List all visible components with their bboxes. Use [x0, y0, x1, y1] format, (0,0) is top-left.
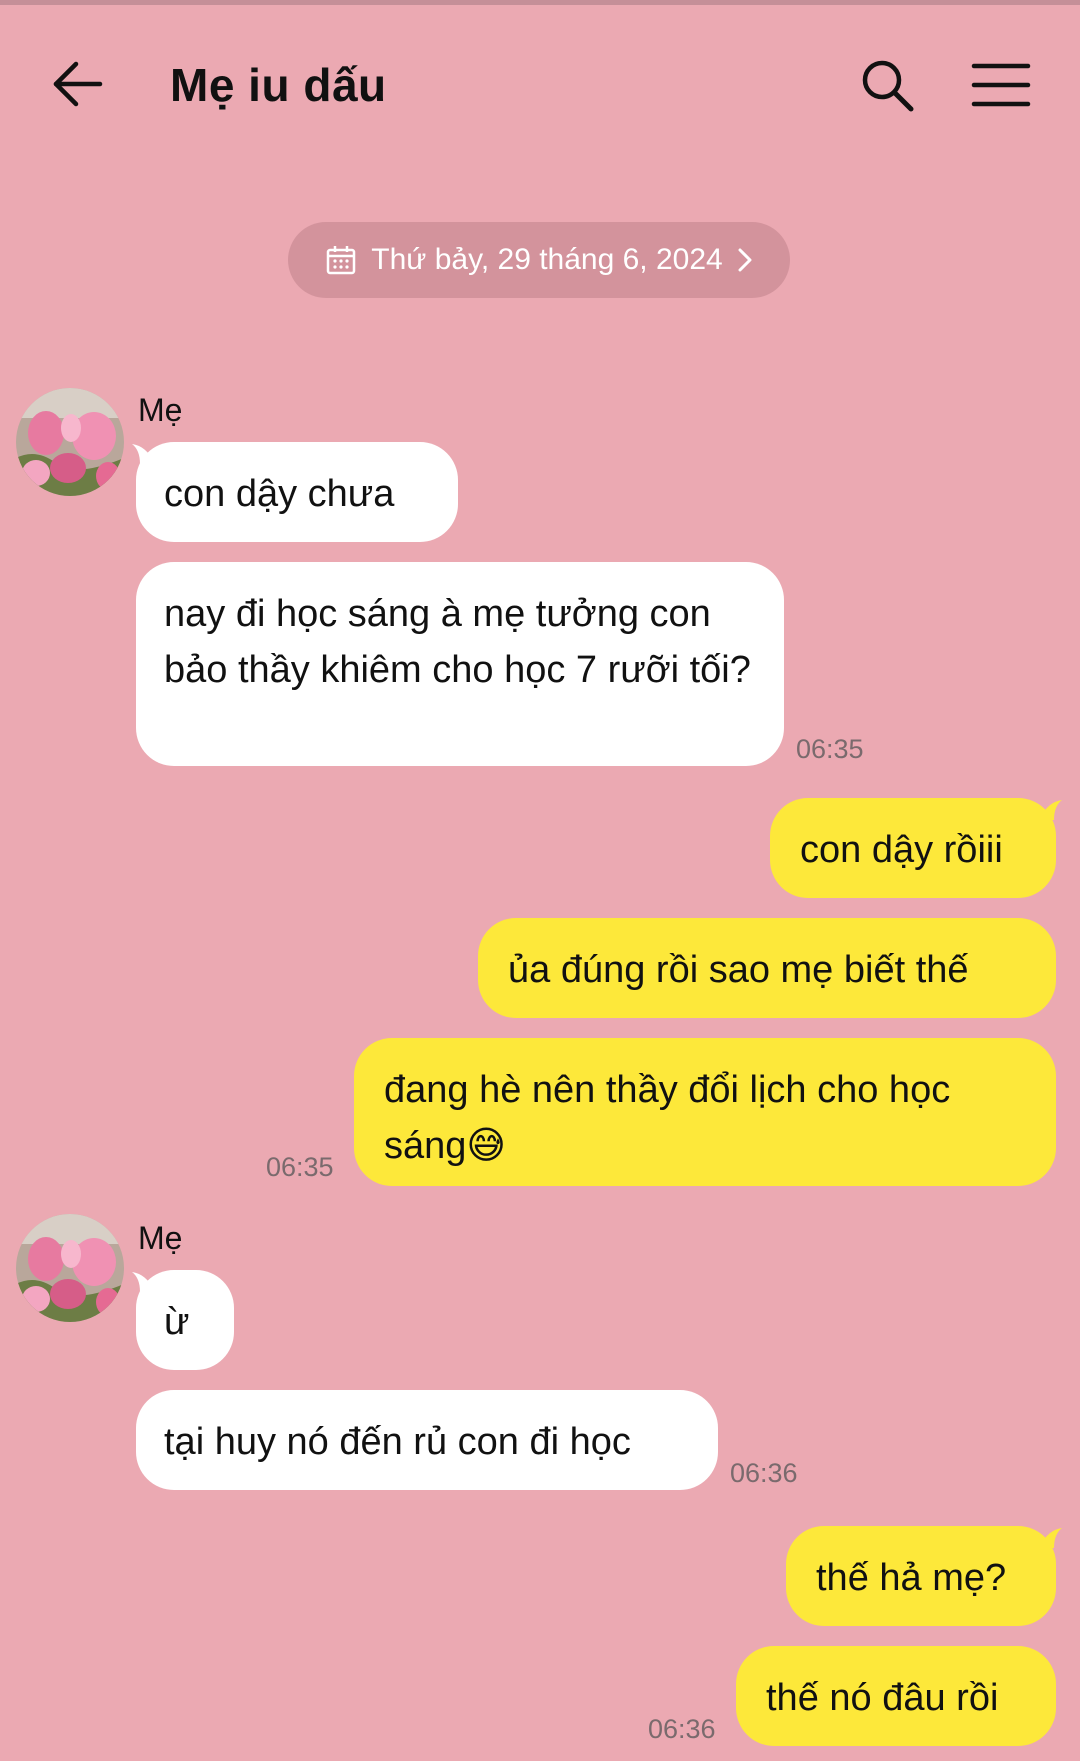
date-label: Thứ bảy, 29 tháng 6, 2024: [371, 243, 723, 276]
message-time: 06:35: [266, 1152, 334, 1182]
message-time: 06:35: [796, 734, 864, 764]
message-text: ừ: [164, 1301, 190, 1343]
sweat-smile-emoji: 😅: [466, 1125, 507, 1167]
chat-title: Mẹ iu dấu: [170, 59, 387, 111]
chat-header: Mẹ iu dấu: [0, 40, 1080, 130]
chevron-right-icon: [737, 247, 753, 273]
message-bubble-incoming[interactable]: ừ: [136, 1270, 234, 1370]
message-bubble-incoming[interactable]: con dậy chưa: [136, 442, 458, 542]
message-text: con dậy chưa: [164, 473, 395, 515]
message-text: ủa đúng rồi sao mẹ biết thế: [508, 949, 969, 991]
avatar[interactable]: [16, 1214, 124, 1322]
message-time: 06:36: [648, 1714, 716, 1744]
bubble-tail: [1040, 1528, 1062, 1548]
message-bubble-outgoing[interactable]: ủa đúng rồi sao mẹ biết thế: [478, 918, 1056, 1018]
message-text: tại huy nó đến rủ con đi học: [164, 1421, 631, 1463]
back-button[interactable]: [48, 58, 118, 110]
message-bubble-outgoing[interactable]: thế nó đâu rồi: [736, 1646, 1056, 1746]
search-icon: [862, 60, 914, 112]
message-text: thế nó đâu rồi: [766, 1677, 999, 1719]
sender-name: Mẹ: [138, 392, 183, 428]
hamburger-menu-icon: [971, 63, 1031, 107]
message-text: con dậy rồiii: [800, 829, 1003, 871]
message-bubble-outgoing[interactable]: con dậy rồiii: [770, 798, 1056, 898]
arrow-left-icon: [53, 61, 103, 107]
message-text: nay đi học sáng à mẹ tưởng con bảo thầy …: [164, 593, 751, 691]
message-time: 06:36: [730, 1458, 798, 1488]
calendar-icon: [325, 244, 357, 276]
date-separator[interactable]: Thứ bảy, 29 tháng 6, 2024: [288, 222, 790, 298]
avatar[interactable]: [16, 388, 124, 496]
message-bubble-outgoing[interactable]: đang hè nên thầy đổi lịch cho học sáng😅: [354, 1038, 1056, 1186]
status-divider: [0, 0, 1080, 5]
message-bubble-incoming[interactable]: tại huy nó đến rủ con đi học: [136, 1390, 718, 1490]
message-text: thế hả mẹ?: [816, 1557, 1007, 1599]
bubble-tail: [1040, 800, 1062, 820]
sender-name: Mẹ: [138, 1220, 183, 1256]
search-button[interactable]: [858, 56, 916, 114]
message-bubble-outgoing[interactable]: thế hả mẹ?: [786, 1526, 1056, 1626]
message-bubble-incoming[interactable]: nay đi học sáng à mẹ tưởng con bảo thầy …: [136, 562, 784, 766]
menu-button[interactable]: [970, 60, 1032, 110]
